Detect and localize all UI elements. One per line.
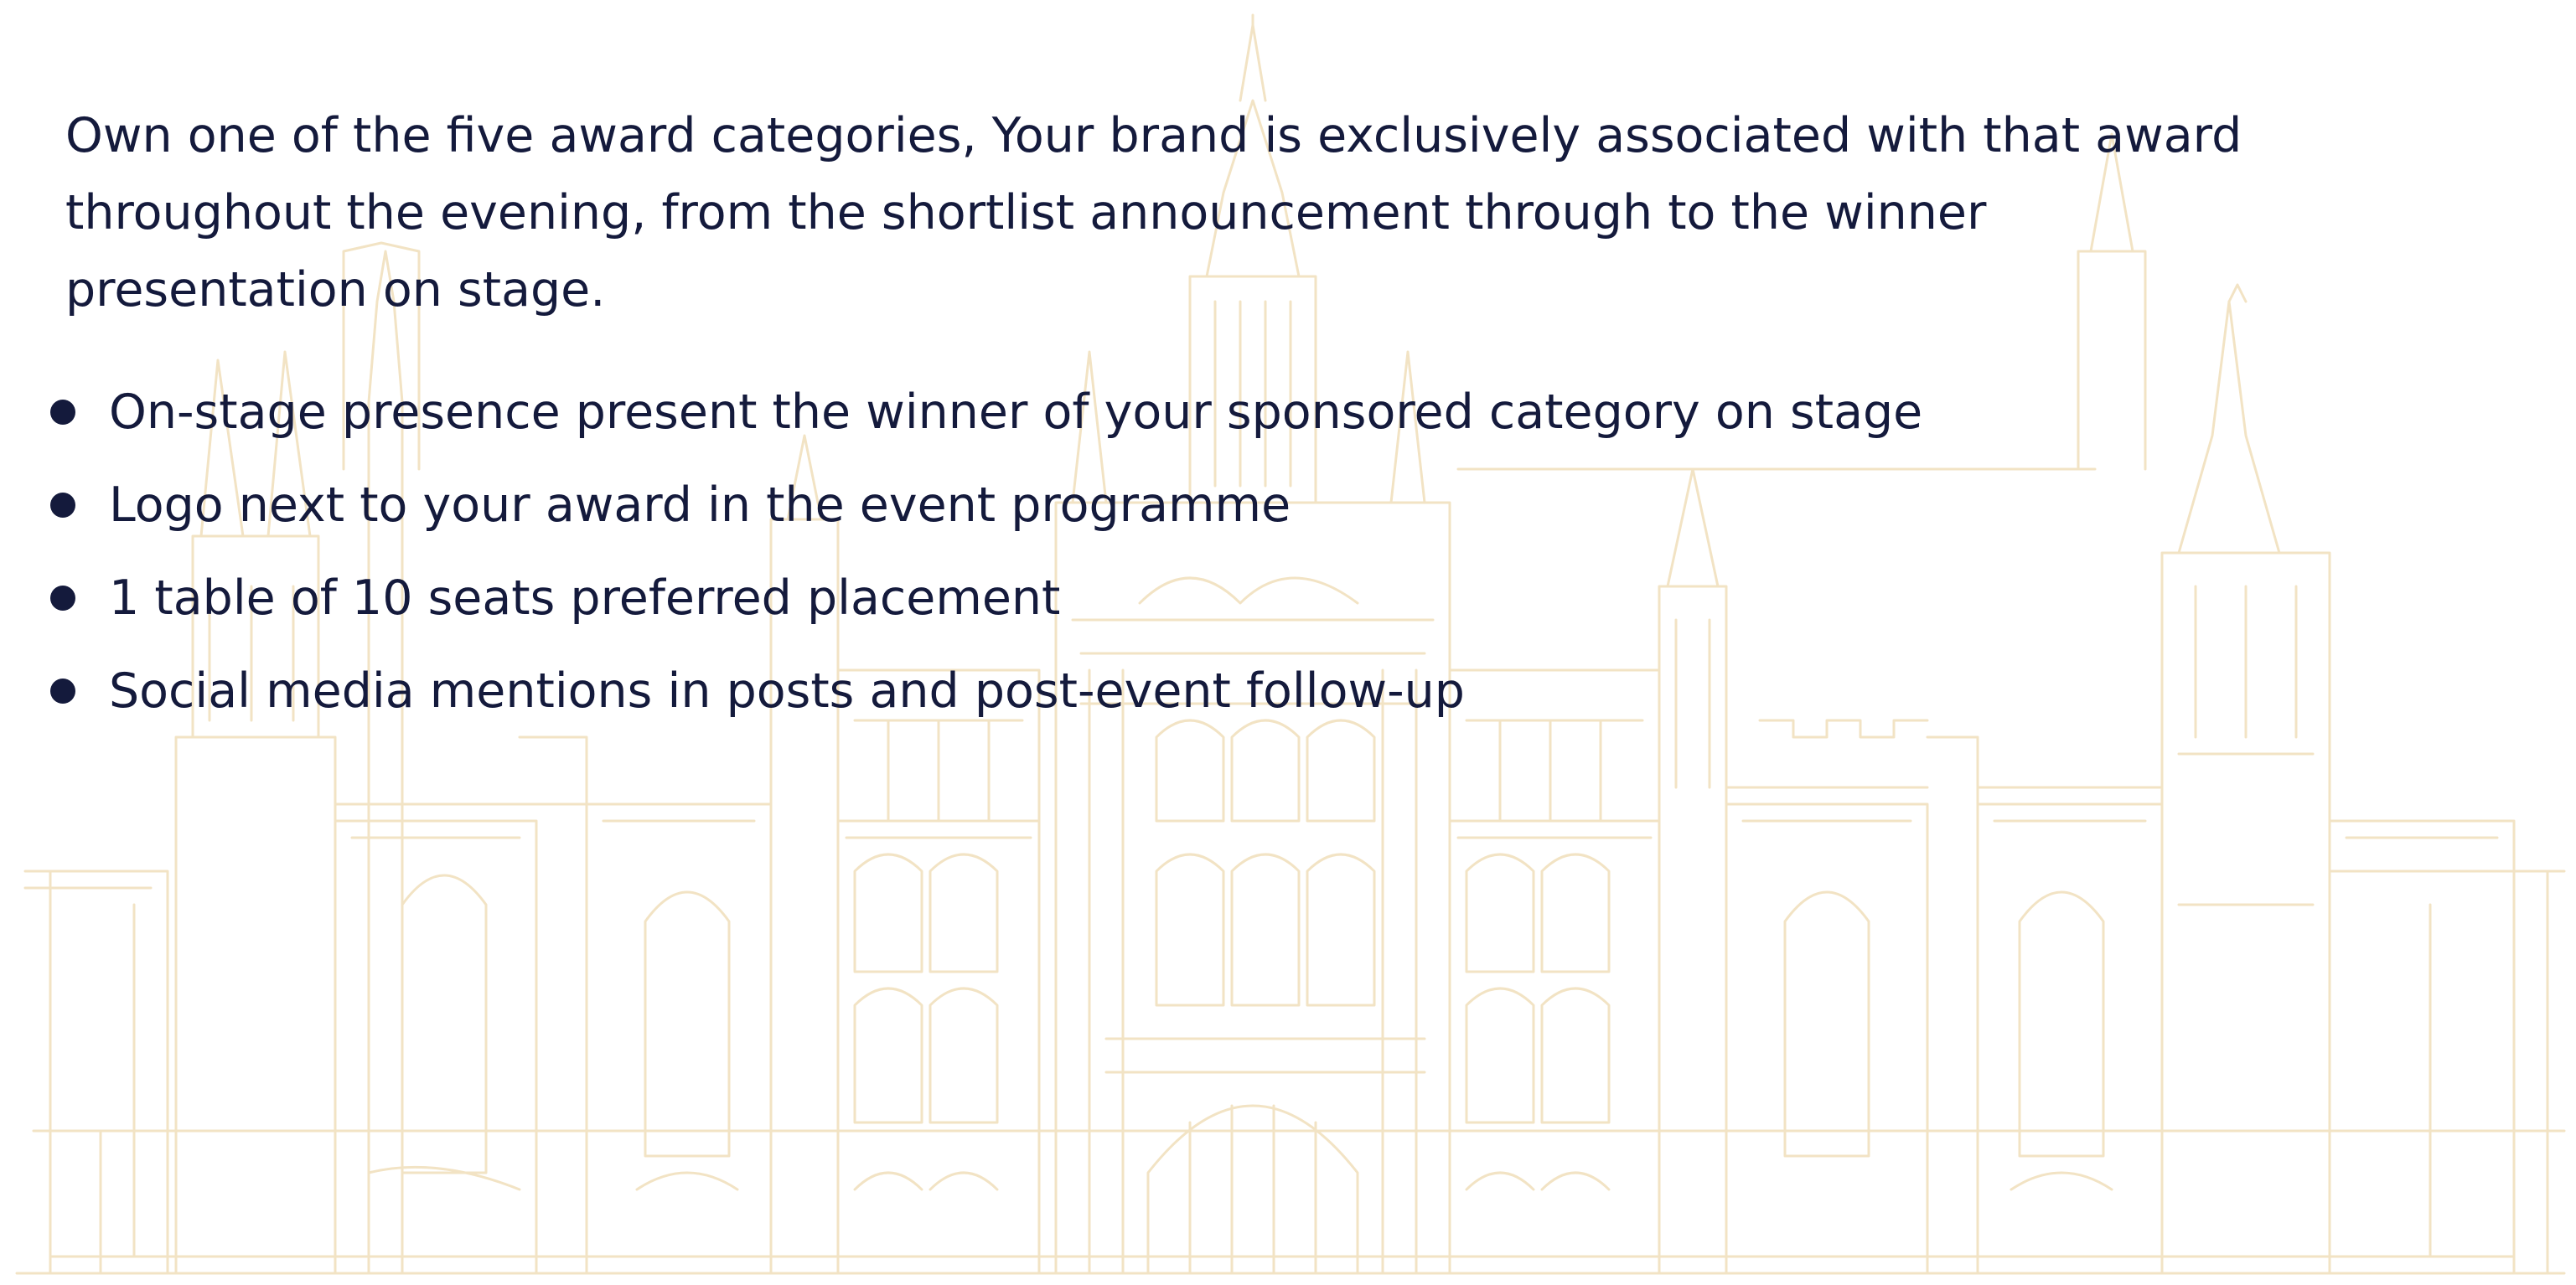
bullet-dot-icon (50, 585, 75, 611)
sponsorship-content: Own one of the five award categories, Yo… (50, 97, 2278, 737)
benefit-text: Logo next to your award in the event pro… (109, 477, 1291, 533)
benefit-item: Social media mentions in posts and post-… (50, 644, 2278, 737)
benefit-item: Logo next to your award in the event pro… (50, 458, 2278, 551)
benefit-item: 1 table of 10 seats preferred placement (50, 551, 2278, 644)
bullet-dot-icon (50, 492, 75, 518)
benefit-text: Social media mentions in posts and post-… (109, 663, 1465, 719)
benefit-text: 1 table of 10 seats preferred placement (109, 570, 1061, 626)
benefits-list: On-stage presence present the winner of … (50, 365, 2278, 737)
benefit-item: On-stage presence present the winner of … (50, 365, 2278, 458)
bullet-dot-icon (50, 399, 75, 425)
bullet-dot-icon (50, 678, 75, 704)
benefit-text: On-stage presence present the winner of … (109, 384, 1923, 440)
intro-paragraph: Own one of the five award categories, Yo… (65, 108, 2242, 317)
